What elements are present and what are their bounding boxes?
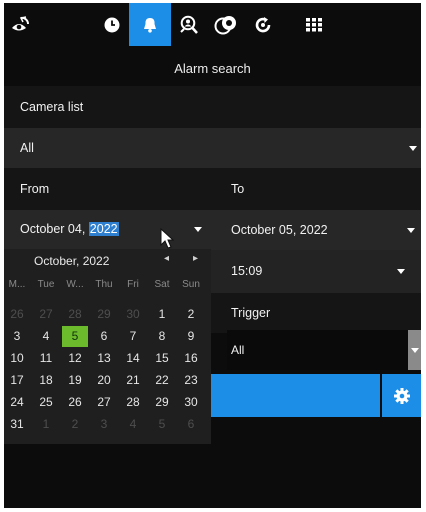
calendar-day[interactable]: 30	[120, 304, 146, 325]
date-picker-calendar: October, 2022 ◂ ▸ M... Tue W... Thu Fri Sat Su…	[4, 249, 211, 444]
calendar-day[interactable]: 26	[62, 392, 88, 413]
from-date-year: 2022	[88, 222, 119, 236]
calendar-day[interactable]: 14	[120, 348, 146, 369]
calendar-day[interactable]: 3	[91, 414, 117, 435]
chevron-down-icon	[397, 269, 405, 274]
calendar-day[interactable]: 12	[62, 348, 88, 369]
calendar-day[interactable]: 27	[33, 304, 59, 325]
calendar-weekday-header: Fri	[127, 279, 139, 290]
clock-icon	[104, 17, 120, 32]
person-search-button[interactable]	[173, 3, 205, 46]
calendar-day[interactable]: 11	[33, 348, 59, 369]
calendar-day[interactable]: 28	[62, 304, 88, 325]
trigger-select[interactable]: All	[227, 330, 421, 370]
calendar-day[interactable]: 29	[149, 392, 175, 413]
settings-refresh-button[interactable]	[247, 3, 279, 46]
calendar-day-selected[interactable]: 5	[62, 326, 88, 347]
calendar-day[interactable]: 25	[33, 392, 59, 413]
settings-refresh-icon	[255, 16, 271, 32]
calendar-day[interactable]: 30	[178, 392, 204, 413]
trigger-label: Trigger	[211, 293, 421, 333]
app-window: Alarm search Camera list All From To Oct…	[4, 3, 421, 508]
calendar-day[interactable]: 2	[62, 414, 88, 435]
from-label: From	[4, 168, 211, 210]
calendar-day[interactable]: 6	[91, 326, 117, 347]
calendar-day[interactable]: 31	[4, 414, 30, 435]
to-time-value: 15:09	[231, 264, 263, 278]
calendar-weekday-header: Sun	[182, 279, 200, 290]
calendar-weekday-header: Sat	[154, 279, 170, 290]
calendar-day[interactable]: 7	[120, 326, 146, 347]
calendar-day[interactable]: 21	[120, 370, 146, 391]
calendar-day[interactable]: 1	[149, 304, 175, 325]
chevron-down-icon	[407, 228, 415, 233]
chevron-down-icon	[409, 146, 417, 151]
gear-icon	[393, 387, 410, 404]
eye-refresh-button[interactable]	[4, 3, 36, 46]
search-button[interactable]	[211, 374, 380, 417]
calendar-weekday-header: W...	[66, 279, 84, 290]
calendar-day[interactable]: 28	[120, 392, 146, 413]
calendar-weekday-header: Tue	[37, 279, 55, 290]
bell-icon	[144, 17, 156, 33]
alarm-bell-button[interactable]	[129, 3, 171, 46]
calendar-day[interactable]: 1	[33, 414, 59, 435]
chevron-down-icon	[411, 348, 419, 353]
calendar-day[interactable]: 17	[4, 370, 30, 391]
calendar-day[interactable]: 5	[149, 414, 175, 435]
eye-refresh-icon	[12, 15, 30, 30]
overlap-circles-button[interactable]	[210, 3, 242, 46]
from-date-prefix: October 04,	[20, 222, 89, 236]
calendar-day[interactable]: 4	[33, 326, 59, 347]
calendar-weekday-header: Thu	[95, 279, 113, 290]
calendar-day[interactable]: 9	[178, 326, 204, 347]
calendar-day[interactable]: 20	[91, 370, 117, 391]
calendar-day[interactable]: 6	[178, 414, 204, 435]
mouse-cursor-icon	[160, 228, 175, 249]
calendar-weekday-header: M...	[8, 279, 26, 290]
clock-button[interactable]	[96, 3, 128, 46]
to-time-select[interactable]: 15:09	[211, 250, 421, 293]
person-search-icon	[180, 15, 198, 34]
chevron-down-icon	[194, 227, 202, 232]
to-date-value: October 05, 2022	[231, 223, 328, 237]
trigger-select-value: All	[231, 343, 245, 357]
grid-layout-button[interactable]	[298, 3, 330, 46]
calendar-day[interactable]: 10	[4, 348, 30, 369]
calendar-day[interactable]: 16	[178, 348, 204, 369]
calendar-day[interactable]: 22	[149, 370, 175, 391]
calendar-day[interactable]: 15	[149, 348, 175, 369]
to-date-select[interactable]: October 05, 2022	[211, 210, 421, 250]
calendar-next-button[interactable]: ▸	[193, 253, 198, 264]
calendar-month-title: October, 2022	[34, 254, 110, 268]
calendar-day[interactable]: 19	[62, 370, 88, 391]
to-label: To	[211, 168, 421, 210]
camera-select[interactable]: All	[4, 128, 421, 168]
calendar-day[interactable]: 23	[178, 370, 204, 391]
calendar-day[interactable]: 27	[91, 392, 117, 413]
calendar-day[interactable]: 13	[91, 348, 117, 369]
calendar-day[interactable]: 2	[178, 304, 204, 325]
calendar-day[interactable]: 18	[33, 370, 59, 391]
calendar-day[interactable]: 4	[120, 414, 146, 435]
camera-list-label: Camera list	[4, 86, 421, 128]
overlap-circles-icon	[214, 15, 236, 34]
calendar-day[interactable]: 24	[4, 392, 30, 413]
calendar-day[interactable]: 3	[4, 326, 30, 347]
grid-icon	[306, 17, 322, 31]
from-date-value: October 04, 2022	[20, 222, 119, 236]
trigger-scrollbar[interactable]	[408, 330, 421, 370]
calendar-prev-button[interactable]: ◂	[164, 253, 169, 264]
calendar-day[interactable]: 26	[4, 304, 30, 325]
calendar-day[interactable]: 8	[149, 326, 175, 347]
page-title: Alarm search	[174, 61, 251, 76]
top-toolbar	[4, 3, 421, 46]
from-date-select[interactable]: October 04, 2022	[4, 210, 211, 249]
settings-button[interactable]	[382, 374, 421, 417]
camera-select-value: All	[20, 141, 34, 155]
calendar-day[interactable]: 29	[91, 304, 117, 325]
